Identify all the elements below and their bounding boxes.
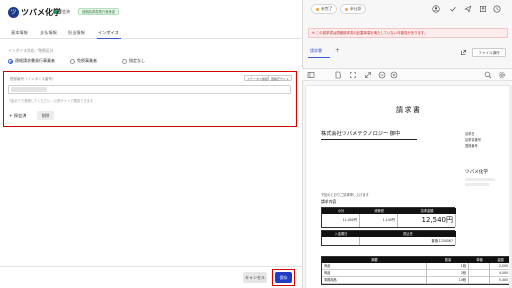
radio-tax-exempt[interactable]: 免税事業者 bbox=[70, 58, 97, 64]
settings-icon[interactable] bbox=[498, 71, 506, 79]
items-table: 摘要 数量 単価 金額 商品 1個 2,000 商品 2個 4,000 事務用品… bbox=[321, 256, 511, 285]
file-actions-button[interactable]: ファイル操作 bbox=[472, 48, 506, 57]
add-entry-link[interactable]: + 探会済 bbox=[9, 113, 26, 119]
total-value: 12,540円 bbox=[398, 214, 456, 227]
export-icon[interactable] bbox=[479, 5, 487, 13]
invoice-title: 請求書 bbox=[396, 106, 422, 114]
registration-number-input[interactable] bbox=[8, 85, 291, 94]
status-dot-icon bbox=[316, 7, 319, 11]
tab-bar: 基本情報 支払情報 担当情報 インボイス bbox=[0, 27, 302, 39]
invoice-greeting: 下記のとおりご請求申し上げます bbox=[321, 193, 369, 197]
status-dot-icon bbox=[53, 10, 57, 14]
recipient-underline bbox=[321, 139, 417, 140]
item-amount: 2,000 bbox=[490, 263, 511, 270]
nta-site-link[interactable]: 国税庁サイト bbox=[268, 75, 293, 81]
item-name: 商品 bbox=[322, 270, 427, 277]
radio-label: 免税事業者 bbox=[77, 58, 97, 63]
invoice-recipient: 株式会社ツバメテクノロジー 御中 bbox=[321, 131, 401, 137]
redacted-value bbox=[11, 87, 47, 92]
save-button[interactable]: 保存 bbox=[275, 272, 292, 283]
invoice-meta-number: 請求書番号 bbox=[465, 138, 481, 142]
status-dot-icon bbox=[345, 7, 348, 11]
company-logo: ツ bbox=[8, 7, 19, 18]
check-status-button[interactable]: ステータス確認 bbox=[244, 75, 272, 81]
tab-basic-info[interactable]: 基本情報 bbox=[11, 30, 28, 36]
pill-label: 未仕訳 bbox=[350, 6, 362, 11]
radio-qualified-issuer[interactable]: 適格請求書発行事業者 bbox=[8, 58, 55, 64]
share-icon[interactable] bbox=[464, 5, 472, 13]
item-amount: 4,000 bbox=[490, 270, 511, 277]
bank-account-value: 普通 1234567 bbox=[360, 237, 456, 245]
check-icon[interactable] bbox=[449, 5, 457, 13]
subtotal-value: 11,400円 bbox=[322, 214, 360, 227]
radio-label: 指定なし bbox=[129, 58, 145, 63]
active-tab-indicator bbox=[308, 57, 330, 58]
invoice-section-title: 請求内容 bbox=[321, 199, 337, 204]
radio-checked-icon bbox=[8, 58, 13, 64]
item-qty: 2個 bbox=[427, 270, 469, 277]
issuer-address-redacted bbox=[465, 183, 489, 186]
add-tab-icon[interactable]: + bbox=[335, 47, 340, 54]
item-qty: 14個 bbox=[427, 277, 469, 284]
summary-table: 小計 消費税 請求金額 11,400円 1,140円 12,540円 bbox=[321, 207, 456, 228]
sidebar-toggle-icon[interactable] bbox=[307, 71, 315, 79]
fit-icon[interactable] bbox=[349, 71, 357, 79]
radio-unchecked-icon bbox=[70, 58, 75, 64]
tab-payment-info[interactable]: 支払情報 bbox=[40, 30, 57, 36]
input-hint: T始まりで登録してください／公表サイトで確認できます bbox=[9, 99, 94, 103]
tab-invoice-document[interactable]: 請求書 bbox=[310, 48, 322, 54]
tab-contact-info[interactable]: 担当情報 bbox=[68, 30, 85, 36]
pill-label: 未完了 bbox=[321, 6, 333, 11]
tax-value: 1,140円 bbox=[360, 214, 398, 227]
active-tab-indicator bbox=[97, 38, 121, 39]
document-icon[interactable] bbox=[334, 71, 342, 79]
item-qty: 1個 bbox=[427, 263, 469, 270]
zoom-in-icon[interactable] bbox=[390, 71, 398, 79]
incomplete-filter-pill[interactable]: 未完了 bbox=[311, 4, 338, 14]
item-name: 事務用品 bbox=[322, 277, 427, 284]
payment-table: 入金期日 振込先 普通 1234567 bbox=[321, 230, 456, 246]
registration-number-label: 登録番号（インボイス番号） bbox=[10, 77, 56, 81]
invoice-meta-registration: 登録番号 bbox=[465, 144, 478, 148]
search-icon[interactable] bbox=[484, 71, 492, 79]
item-price bbox=[469, 277, 490, 284]
due-date-value bbox=[322, 237, 360, 245]
invoice-meta-date: 請求日 bbox=[465, 132, 475, 136]
open-external-icon[interactable] bbox=[460, 49, 467, 56]
delete-button[interactable]: 削除 bbox=[37, 111, 54, 120]
status-text: 探会済 bbox=[58, 9, 70, 14]
invoice-issuer: ツバメ化学 bbox=[465, 170, 488, 175]
footer-divider bbox=[0, 266, 302, 267]
avatar-icon[interactable] bbox=[432, 5, 440, 13]
radio-unspecified[interactable]: 指定なし bbox=[122, 58, 145, 64]
cancel-button[interactable]: キャンセル bbox=[243, 272, 267, 283]
expand-icon[interactable] bbox=[364, 71, 372, 79]
tab-invoice[interactable]: インボイス bbox=[98, 30, 119, 36]
warning-text: ※ この請求書は適格請求書の記載事項を満たしていない可能性があります。 bbox=[312, 31, 428, 35]
item-price bbox=[469, 270, 490, 277]
radio-unchecked-icon bbox=[122, 58, 127, 64]
radio-label: 適格請求書発行事業者 bbox=[15, 58, 55, 63]
item-name: 商品 bbox=[322, 263, 427, 270]
edit-panel: ツ ツバメ化学 探会済 前期請求書発行済承認 基本情報 支払情報 担当情報 イン… bbox=[0, 0, 302, 288]
history-icon[interactable] bbox=[493, 5, 501, 13]
item-amount: 5,400 bbox=[490, 277, 511, 284]
issuer-address-redacted bbox=[465, 178, 495, 181]
unjournaled-filter-pill[interactable]: 未仕訳 bbox=[340, 4, 367, 14]
zoom-out-icon[interactable] bbox=[378, 71, 386, 79]
item-price bbox=[469, 263, 490, 270]
invoice-section-label: インボイス対応／免税区分 bbox=[8, 48, 54, 53]
status-badge: 前期請求書発行済承認 bbox=[78, 8, 119, 15]
